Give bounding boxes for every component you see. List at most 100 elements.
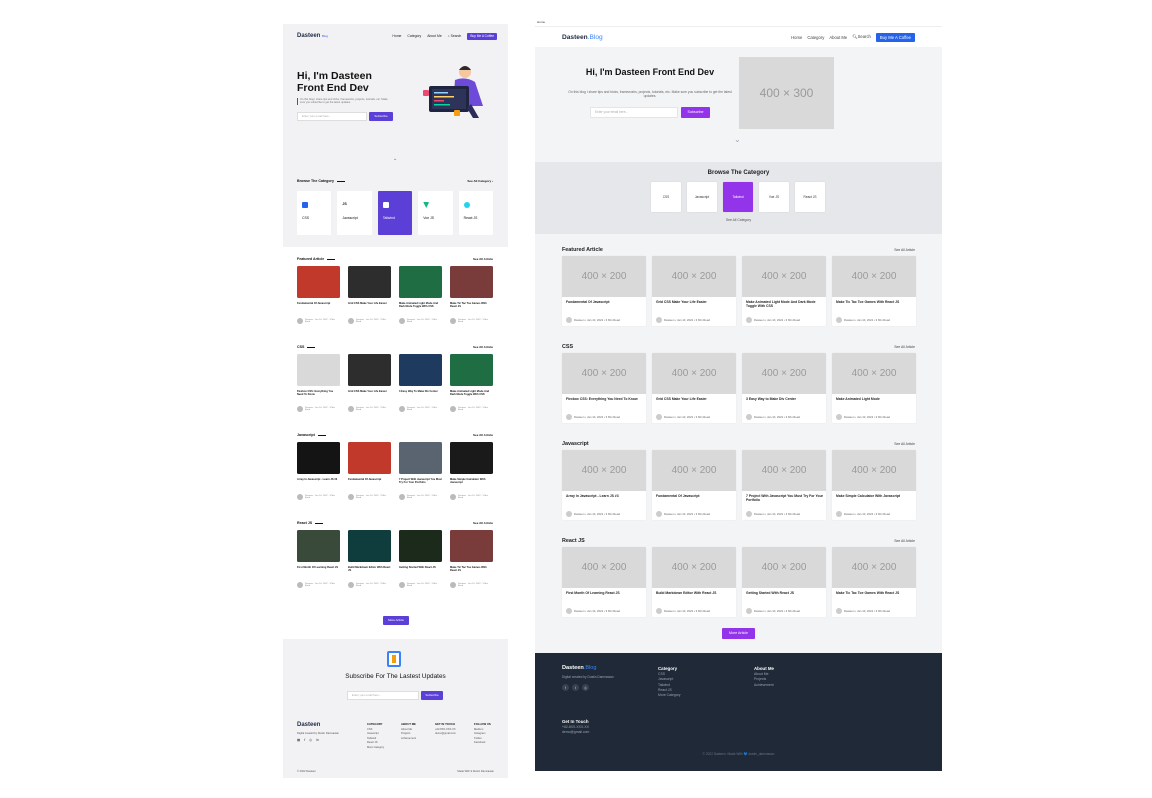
instagram-icon[interactable]: ◎ bbox=[309, 738, 312, 742]
article-card[interactable]: Grid CSS Make Your Life Easier Dasteen · … bbox=[348, 354, 391, 416]
category-card-javascript[interactable]: Javascript bbox=[687, 182, 717, 212]
avatar bbox=[566, 317, 572, 323]
article-card[interactable]: First Month Of Learning React JS Dasteen … bbox=[297, 530, 340, 592]
see-all-article-link[interactable]: See All Article bbox=[894, 345, 915, 349]
article-card[interactable]: Fundamental Of Javascript Dasteen · Jan 1… bbox=[348, 442, 391, 504]
article-card[interactable]: Make Animated Light Mode And Dark Mode T… bbox=[399, 266, 442, 328]
nav-link-category[interactable]: Category bbox=[807, 35, 824, 40]
chevron-down-icon[interactable]: ⌄ bbox=[393, 156, 397, 162]
subscribe-button[interactable]: Subscribe bbox=[681, 107, 710, 118]
nav-link-home[interactable]: Home bbox=[791, 35, 802, 40]
articles-area: Featured Article See All Article Fundament… bbox=[283, 247, 508, 637]
see-all-article-link[interactable]: See All Article bbox=[473, 521, 493, 525]
more-article-button[interactable]: More Article bbox=[722, 628, 755, 639]
avatar bbox=[746, 608, 752, 614]
see-all-article-link[interactable]: See All Article bbox=[473, 345, 493, 349]
see-all-article-link[interactable]: See All Article bbox=[894, 539, 915, 543]
email-input[interactable]: Enter your email here... bbox=[297, 112, 367, 121]
article-card[interactable]: 400 × 200 Flexbox CSS: Everything You Nee… bbox=[562, 353, 646, 423]
see-all-article-link[interactable]: See All Article bbox=[894, 248, 915, 252]
article-card[interactable]: 400 × 200 Fundamental Of Javascript Dastee… bbox=[652, 450, 736, 520]
article-card[interactable]: 400 × 200 Grid CSS Make Your Life Easier D… bbox=[652, 256, 736, 326]
article-card[interactable]: Make Animated Light Mode And Dark Mode T… bbox=[450, 354, 493, 416]
article-card[interactable]: 400 × 200 First Month Of Learning React J… bbox=[562, 547, 646, 617]
search-link[interactable]: ⌕ Search bbox=[448, 34, 462, 38]
article-card[interactable]: 400 × 200 Make Animated Light Mode And Da… bbox=[742, 256, 826, 326]
section-title: Javascript bbox=[297, 433, 315, 437]
article-author: Dasteen · Jan 10, 2022 · 3 Min Read bbox=[399, 494, 442, 500]
article-meta: Dasteen · Jan 10, 2022 · 3 Min Read bbox=[457, 319, 488, 323]
category-card-react[interactable]: React JS bbox=[458, 191, 494, 235]
hero-description: On this blog I share tips and tricks, fr… bbox=[568, 90, 732, 99]
subscribe-button[interactable]: Subscribe bbox=[369, 112, 393, 121]
category-card-css[interactable]: CSS bbox=[297, 191, 332, 235]
article-card[interactable]: Make Tic Tac Toe Games With React JS Dast… bbox=[450, 266, 493, 328]
buy-coffee-button[interactable]: Buy Me A Coffee bbox=[467, 32, 497, 40]
subscribe-button[interactable]: Subscribe bbox=[421, 691, 443, 700]
facebook-icon[interactable]: f bbox=[562, 684, 569, 691]
article-card[interactable]: 400 × 200 3 Easy Way to Make Div Center Da… bbox=[742, 353, 826, 423]
article-author: Dasteen · Jan 10, 2022 · 3 Min Read bbox=[450, 318, 493, 324]
article-card[interactable]: Array In Javascript - Learn JS #3 Dasteen… bbox=[297, 442, 340, 504]
footer-col-about: About Me About Me Projects Achievement bbox=[754, 666, 774, 687]
search-icon: ⌕ bbox=[447, 34, 450, 38]
subscribe-email-input[interactable]: Enter your email here... bbox=[347, 691, 419, 700]
article-card[interactable]: Build Markdown Editor With React JS Daste… bbox=[348, 530, 391, 592]
see-all-article-link[interactable]: See All Article bbox=[473, 433, 493, 437]
logo[interactable]: Dasteen Blog bbox=[297, 33, 328, 39]
logo[interactable]: Dasteen.Blog bbox=[562, 34, 603, 41]
category-card-react[interactable]: React JS bbox=[795, 182, 825, 212]
article-image bbox=[297, 354, 340, 386]
article-card[interactable]: Flexbox CSS: Everything You Need To Know… bbox=[297, 354, 340, 416]
see-all-article-link[interactable]: See All Article bbox=[894, 442, 915, 446]
chevron-down-icon[interactable]: ⌄ bbox=[734, 135, 741, 144]
instagram-icon[interactable]: ◎ bbox=[582, 684, 589, 691]
twitter-icon[interactable]: t bbox=[572, 684, 579, 691]
category-card-vue[interactable]: Vue JS bbox=[759, 182, 789, 212]
article-card[interactable]: 400 × 200 7 Project With Javascript You M… bbox=[742, 450, 826, 520]
see-all-article-link[interactable]: See All Article bbox=[473, 257, 493, 261]
nav-link-category[interactable]: Category bbox=[407, 34, 421, 38]
footer-get-in-touch: Get In Touch +62-8XX-XXX-XX demo@gmail.c… bbox=[562, 719, 590, 735]
email-input[interactable]: Enter your email here... bbox=[590, 107, 678, 118]
article-card[interactable]: Grid CSS Make Your Life Easier Dasteen · … bbox=[348, 266, 391, 328]
article-cards: 400 × 200 Flexbox CSS: Everything You Nee… bbox=[562, 353, 916, 423]
article-card[interactable]: 400 × 200 Array In Javascript - Learn JS … bbox=[562, 450, 646, 520]
category-card-tailwind[interactable]: Tailwind bbox=[723, 182, 753, 212]
article-card[interactable]: Getting Started With React JS Dasteen · J… bbox=[399, 530, 442, 592]
see-all-category-link[interactable]: See All Category › bbox=[467, 179, 493, 183]
article-card[interactable]: 400 × 200 Make Tic Tac Toe Games With Rea… bbox=[832, 547, 916, 617]
qr-icon[interactable]: ▦ bbox=[297, 738, 300, 742]
nav-link-home[interactable]: Home bbox=[392, 34, 401, 38]
search-link[interactable]: 🔍︎Search bbox=[852, 34, 871, 40]
facebook-icon[interactable]: f bbox=[304, 738, 305, 742]
article-card[interactable]: 7 Project With Javascript You Must Try F… bbox=[399, 442, 442, 504]
category-card-tailwind[interactable]: Tailwind bbox=[377, 191, 413, 235]
more-article-button[interactable]: More Article bbox=[383, 616, 409, 625]
article-title: First Month Of Learning React JS bbox=[297, 566, 339, 569]
subscribe-title: Subscribe For The Lastest Updates bbox=[345, 673, 446, 680]
article-image bbox=[450, 266, 493, 298]
category-card-vue[interactable]: Vue JS bbox=[418, 191, 453, 235]
nav-link-about[interactable]: About Me bbox=[427, 34, 442, 38]
article-title: Make Animated Light Mode And Dark Mode T… bbox=[450, 390, 490, 397]
article-card[interactable]: 400 × 200 Getting Started With React JS Da… bbox=[742, 547, 826, 617]
article-card[interactable]: Make Tic Tac Toe Games With React JS Dast… bbox=[450, 530, 493, 592]
article-card[interactable]: 400 × 200 Grid CSS Make Your Life Easier D… bbox=[652, 353, 736, 423]
linkedin-icon[interactable]: in bbox=[316, 738, 319, 742]
article-card[interactable]: Make Simple Calculator With Javascript Da… bbox=[450, 442, 493, 504]
article-card[interactable]: 400 × 200 Make Simple Calculator With Jav… bbox=[832, 450, 916, 520]
article-card[interactable]: Fundamental Of Javascript Dasteen · Jan 1… bbox=[297, 266, 340, 328]
browser-tab[interactable]: Home bbox=[537, 20, 545, 24]
article-card[interactable]: 400 × 200 Make Tic Tac Toe Games With Rea… bbox=[832, 256, 916, 326]
article-card[interactable]: 400 × 200 Build Markdown Editor With Reac… bbox=[652, 547, 736, 617]
section-header: Featured Article See All Article bbox=[297, 256, 493, 262]
buy-coffee-button[interactable]: Buy Me A Coffee bbox=[875, 32, 915, 42]
nav-link-about[interactable]: About Me bbox=[829, 35, 847, 40]
article-card[interactable]: 3 Easy Way To Make Div Center Dasteen · J… bbox=[399, 354, 442, 416]
category-card-javascript[interactable]: JS Javascript bbox=[337, 191, 372, 235]
see-all-category-link[interactable]: See All Category bbox=[535, 218, 942, 222]
article-card[interactable]: 400 × 200 Fundamental Of Javascript Dastee… bbox=[562, 256, 646, 326]
category-card-css[interactable]: CSS bbox=[651, 182, 681, 212]
article-card[interactable]: 400 × 200 Make Animated Light Mode Dasteen… bbox=[832, 353, 916, 423]
